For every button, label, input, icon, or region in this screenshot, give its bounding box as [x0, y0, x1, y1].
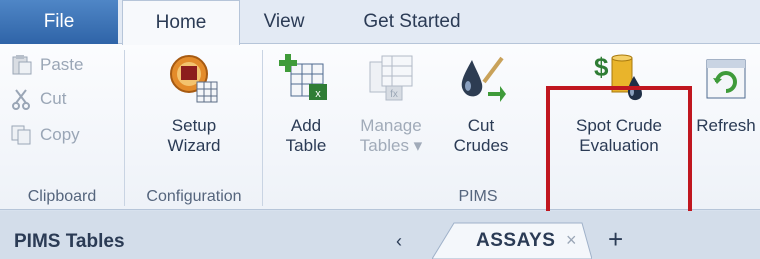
group-divider	[262, 50, 263, 206]
ribbon-tab-strip: File Home View Get Started	[0, 0, 760, 45]
paste-label: Paste	[40, 55, 84, 74]
add-table-icon: x	[279, 54, 327, 100]
refresh-button[interactable]: Refresh	[690, 50, 760, 184]
manage-tables-label-line2: Tables ▾	[359, 136, 423, 155]
paste-button[interactable]: Paste	[10, 52, 83, 78]
svg-text:fx: fx	[390, 89, 398, 100]
tab-view[interactable]: View	[244, 0, 324, 44]
tab-file[interactable]: File	[0, 0, 118, 44]
cut-button[interactable]: Cut	[10, 86, 66, 112]
tab-get-started[interactable]: Get Started	[348, 0, 476, 44]
close-icon[interactable]: ×	[566, 230, 577, 251]
tab-get-started-label: Get Started	[363, 11, 461, 32]
cut-crudes-label-line2: Crudes	[453, 136, 509, 155]
ribbon-home: Paste Cut Copy Clipboard Setup Wizard Co…	[0, 44, 760, 228]
manage-tables-label-line1: Manage	[360, 116, 422, 135]
tab-file-label: File	[43, 11, 75, 32]
add-table-label-line2: Table	[285, 136, 327, 155]
annotation-highlight-box	[546, 86, 692, 228]
group-divider	[124, 50, 125, 206]
group-label-configuration: Configuration	[146, 188, 242, 205]
panel-title: PIMS Tables	[14, 231, 125, 252]
manage-tables-button[interactable]: fx Manage Tables ▾	[350, 50, 432, 184]
cut-crudes-button[interactable]: Cut Crudes	[438, 50, 524, 184]
setup-wizard-label-line2: Wizard	[167, 136, 221, 155]
paste-icon	[12, 55, 32, 75]
add-table-label-line1: Add	[290, 116, 322, 135]
add-tab-button[interactable]: +	[608, 224, 623, 255]
document-tab-bar: PIMS Tables ‹ ASSAYS × +	[0, 211, 760, 259]
add-table-button[interactable]: x Add Table	[268, 50, 344, 184]
tab-home[interactable]: Home	[122, 0, 240, 45]
copy-button[interactable]: Copy	[10, 122, 80, 148]
svg-text:$: $	[594, 52, 609, 82]
setup-wizard-label-line1: Setup	[171, 116, 217, 135]
setup-wizard-button[interactable]: Setup Wizard	[130, 50, 258, 184]
copy-label: Copy	[40, 125, 80, 144]
document-tab-label: ASSAYS	[476, 230, 556, 251]
refresh-label: Refresh	[696, 116, 756, 135]
svg-text:x: x	[315, 88, 321, 100]
scissors-icon	[12, 89, 30, 110]
tab-home-label: Home	[155, 12, 207, 33]
cut-crudes-label-line1: Cut	[467, 116, 495, 135]
chevron-left-icon[interactable]: ‹	[396, 231, 402, 252]
refresh-icon	[706, 59, 746, 99]
cut-label: Cut	[40, 89, 67, 108]
tab-view-label: View	[263, 11, 305, 32]
setup-wizard-icon	[170, 55, 218, 103]
copy-icon	[11, 125, 31, 145]
manage-tables-icon: fx	[369, 55, 413, 101]
cut-crudes-icon	[461, 56, 506, 102]
group-label-clipboard: Clipboard	[27, 188, 97, 205]
